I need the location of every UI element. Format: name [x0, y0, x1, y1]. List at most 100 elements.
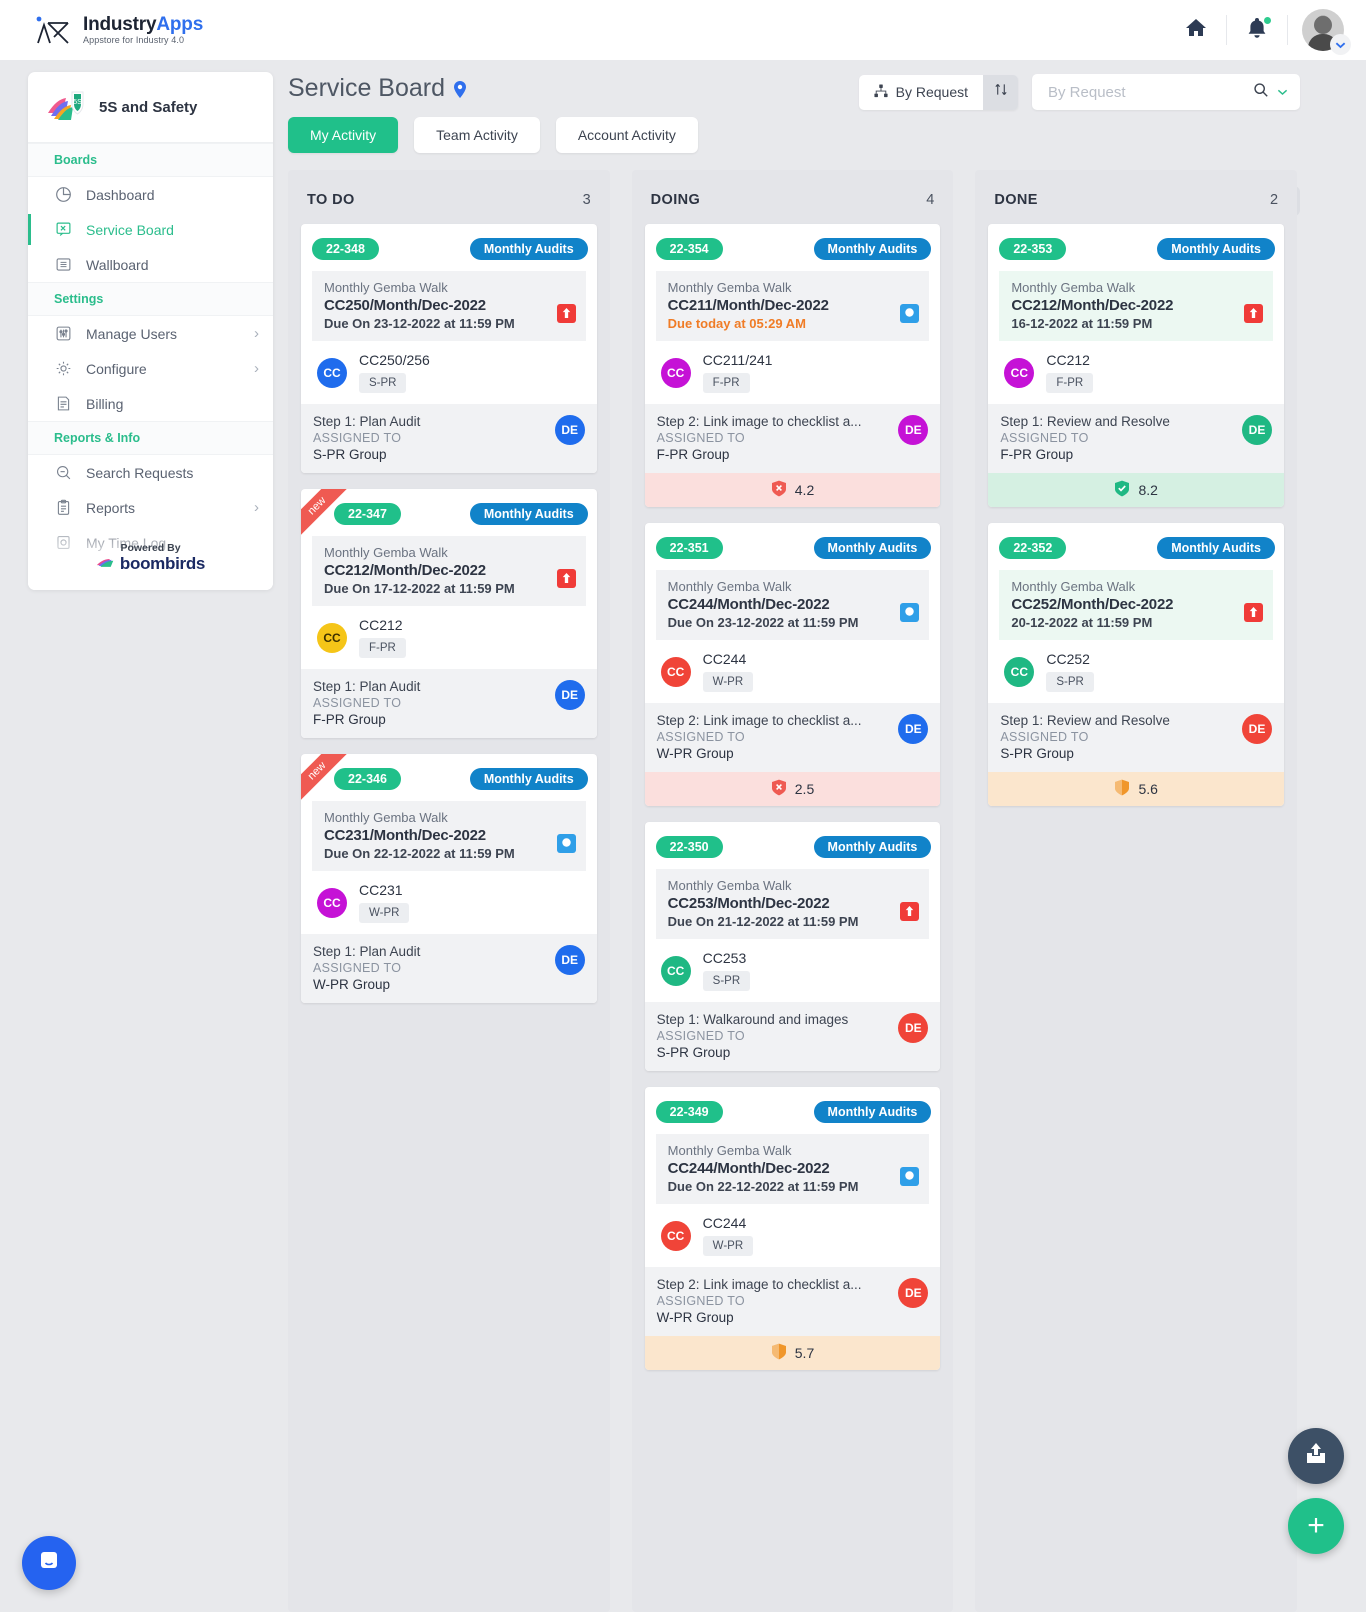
column-count: 3 [582, 192, 591, 208]
assignee-avatar: CC [660, 357, 691, 388]
search-icon[interactable] [1253, 82, 1269, 103]
sidebar-item-service-board[interactable]: Service Board [28, 212, 273, 247]
arrow-up-icon [1249, 604, 1258, 622]
task-card[interactable]: 22-350 Monthly Audits Monthly Gemba Walk… [644, 822, 941, 1071]
step-assigned-label: ASSIGNED TO [656, 431, 745, 445]
powered-by-label: Powered By [120, 542, 181, 554]
brand-title-accent: Apps [156, 14, 204, 35]
tab-account-activity[interactable]: Account Activity [555, 117, 698, 153]
tab-team-activity[interactable]: Team Activity [414, 117, 540, 153]
add-fab-button[interactable]: + [1288, 1498, 1344, 1554]
sidebar-item-dashboard[interactable]: Dashboard [28, 177, 273, 212]
task-card[interactable]: 22-353 Monthly Audits Monthly Gemba Walk… [988, 224, 1285, 507]
priority-flag[interactable] [556, 569, 576, 588]
sidebar-item-label: Wallboard [86, 256, 149, 273]
sidebar-item-reports[interactable]: Reports › [28, 490, 273, 525]
shield-icon [1114, 779, 1130, 799]
sidebar-item-wallboard[interactable]: Wallboard [28, 247, 273, 282]
step-group: W-PR Group [656, 1310, 734, 1325]
upload-fab-button[interactable] [1288, 1428, 1344, 1484]
task-subtitle: Monthly Gemba Walk [667, 1143, 792, 1158]
brand-logo[interactable]: IndustryApps Appstore for Industry 4.0 [34, 13, 203, 47]
sidebar-item-search-requests[interactable]: Search Requests [28, 455, 273, 490]
tab-my-activity[interactable]: My Activity [288, 117, 399, 153]
sort-button[interactable] [983, 74, 1018, 110]
step-assigned-label: ASSIGNED TO [656, 730, 745, 744]
arrow-up-icon [1249, 305, 1258, 323]
pin-icon[interactable] [454, 81, 467, 103]
column-header: DOING 4 [645, 170, 941, 224]
step-block: Step 2: Link image to checklist a... ASS… [644, 1267, 941, 1336]
task-card[interactable]: 22-351 Monthly Audits Monthly Gemba Walk… [644, 523, 941, 806]
industryapps-logo-icon [34, 13, 74, 47]
task-card[interactable]: 22-352 Monthly Audits Monthly Gemba Walk… [988, 523, 1285, 806]
card-header: 22-354 Monthly Audits [655, 238, 932, 260]
search-box[interactable] [1032, 74, 1300, 110]
task-title: CC250/Month/Dec-2022 [324, 297, 486, 314]
task-title: CC252/Month/Dec-2022 [1011, 596, 1174, 613]
sidebar-item-label: Manage Users [86, 325, 178, 342]
sliders-icon [54, 324, 73, 343]
sidebar-item-manage-users[interactable]: Manage Users › [28, 316, 273, 351]
task-card[interactable]: 22-348 Monthly Audits Monthly Gemba Walk… [301, 224, 597, 473]
priority-flag[interactable] [900, 902, 920, 921]
sidebar-item-billing[interactable]: Billing [28, 386, 273, 421]
step-group: F-PR Group [656, 447, 730, 462]
task-card[interactable]: new 22-347 Monthly Audits Monthly Gemba … [301, 489, 597, 738]
step-assigned-label: ASSIGNED TO [313, 696, 402, 710]
sidebar-item-label: Search Requests [86, 464, 194, 481]
brand-title-primary: Industry [83, 14, 157, 35]
assignee-tag: S-PR [1046, 672, 1094, 692]
group-by-button[interactable]: By Request [858, 74, 983, 110]
priority-flag[interactable] [556, 834, 576, 853]
priority-flag[interactable] [900, 304, 920, 323]
priority-flag[interactable] [556, 304, 576, 323]
task-info: Monthly Gemba Walk CC211/Month/Dec-2022 … [655, 271, 930, 341]
arrow-up-icon [562, 570, 571, 588]
priority-flag[interactable] [1244, 603, 1264, 622]
score-bar: 8.2 [988, 473, 1285, 507]
avatar[interactable] [1302, 9, 1351, 55]
priority-flag[interactable] [900, 1167, 920, 1186]
assignee-name: CC231 [359, 882, 403, 898]
task-info: Monthly Gemba Walk CC250/Month/Dec-2022 … [312, 271, 586, 341]
task-card[interactable]: 22-349 Monthly Audits Monthly Gemba Walk… [644, 1087, 941, 1370]
task-info: Monthly Gemba Walk CC231/Month/Dec-2022 … [312, 801, 586, 871]
task-id-badge: 22-350 [655, 836, 723, 858]
priority-flag[interactable] [900, 603, 920, 622]
search-input[interactable] [1048, 83, 1253, 101]
home-button[interactable] [1166, 0, 1226, 60]
arrow-up-icon [905, 903, 914, 921]
assignee-tag: F-PR [359, 638, 406, 658]
sidebar-item-configure[interactable]: Configure › [28, 351, 273, 386]
column-doing: DOING 4 22-354 Monthly Audits Monthly Ge… [631, 170, 954, 1612]
sidebar-group-settings: Settings [28, 282, 273, 316]
task-card[interactable]: new 22-346 Monthly Audits Monthly Gemba … [301, 754, 597, 1003]
chevron-down-icon[interactable] [1330, 34, 1351, 55]
step-assigned-label: ASSIGNED TO [313, 431, 402, 445]
chat-widget-button[interactable] [22, 1536, 76, 1590]
column-header: TO DO 3 [301, 170, 597, 224]
notification-badge [1263, 16, 1272, 25]
board-controls: By Request [858, 74, 1300, 110]
column-count: 2 [1269, 192, 1279, 208]
category-badge: Monthly Audits [469, 768, 588, 790]
step-group: W-PR Group [656, 746, 734, 761]
step-title: Step 1: Review and Resolve [1000, 713, 1170, 728]
shield-x-icon [771, 480, 787, 500]
column-name: DOING [650, 192, 701, 208]
sort-icon [994, 82, 1008, 102]
chevron-down-icon[interactable] [1277, 83, 1288, 101]
workspace-header[interactable]: 5S 5S and Safety [28, 72, 273, 143]
group-by-control: By Request [858, 74, 1018, 110]
task-subtitle: Monthly Gemba Walk [1011, 579, 1136, 594]
assignee-avatar: CC [1004, 357, 1035, 388]
priority-flag[interactable] [1244, 304, 1264, 323]
task-due: 16-12-2022 at 11:59 PM [1011, 316, 1153, 331]
task-card[interactable]: 22-354 Monthly Audits Monthly Gemba Walk… [644, 224, 941, 507]
notifications-button[interactable] [1227, 0, 1287, 60]
card-header: 22-352 Monthly Audits [999, 537, 1276, 559]
step-title: Step 2: Link image to checklist a... [656, 414, 862, 429]
category-badge: Monthly Audits [1157, 238, 1276, 260]
chevron-right-icon: › [254, 360, 259, 377]
